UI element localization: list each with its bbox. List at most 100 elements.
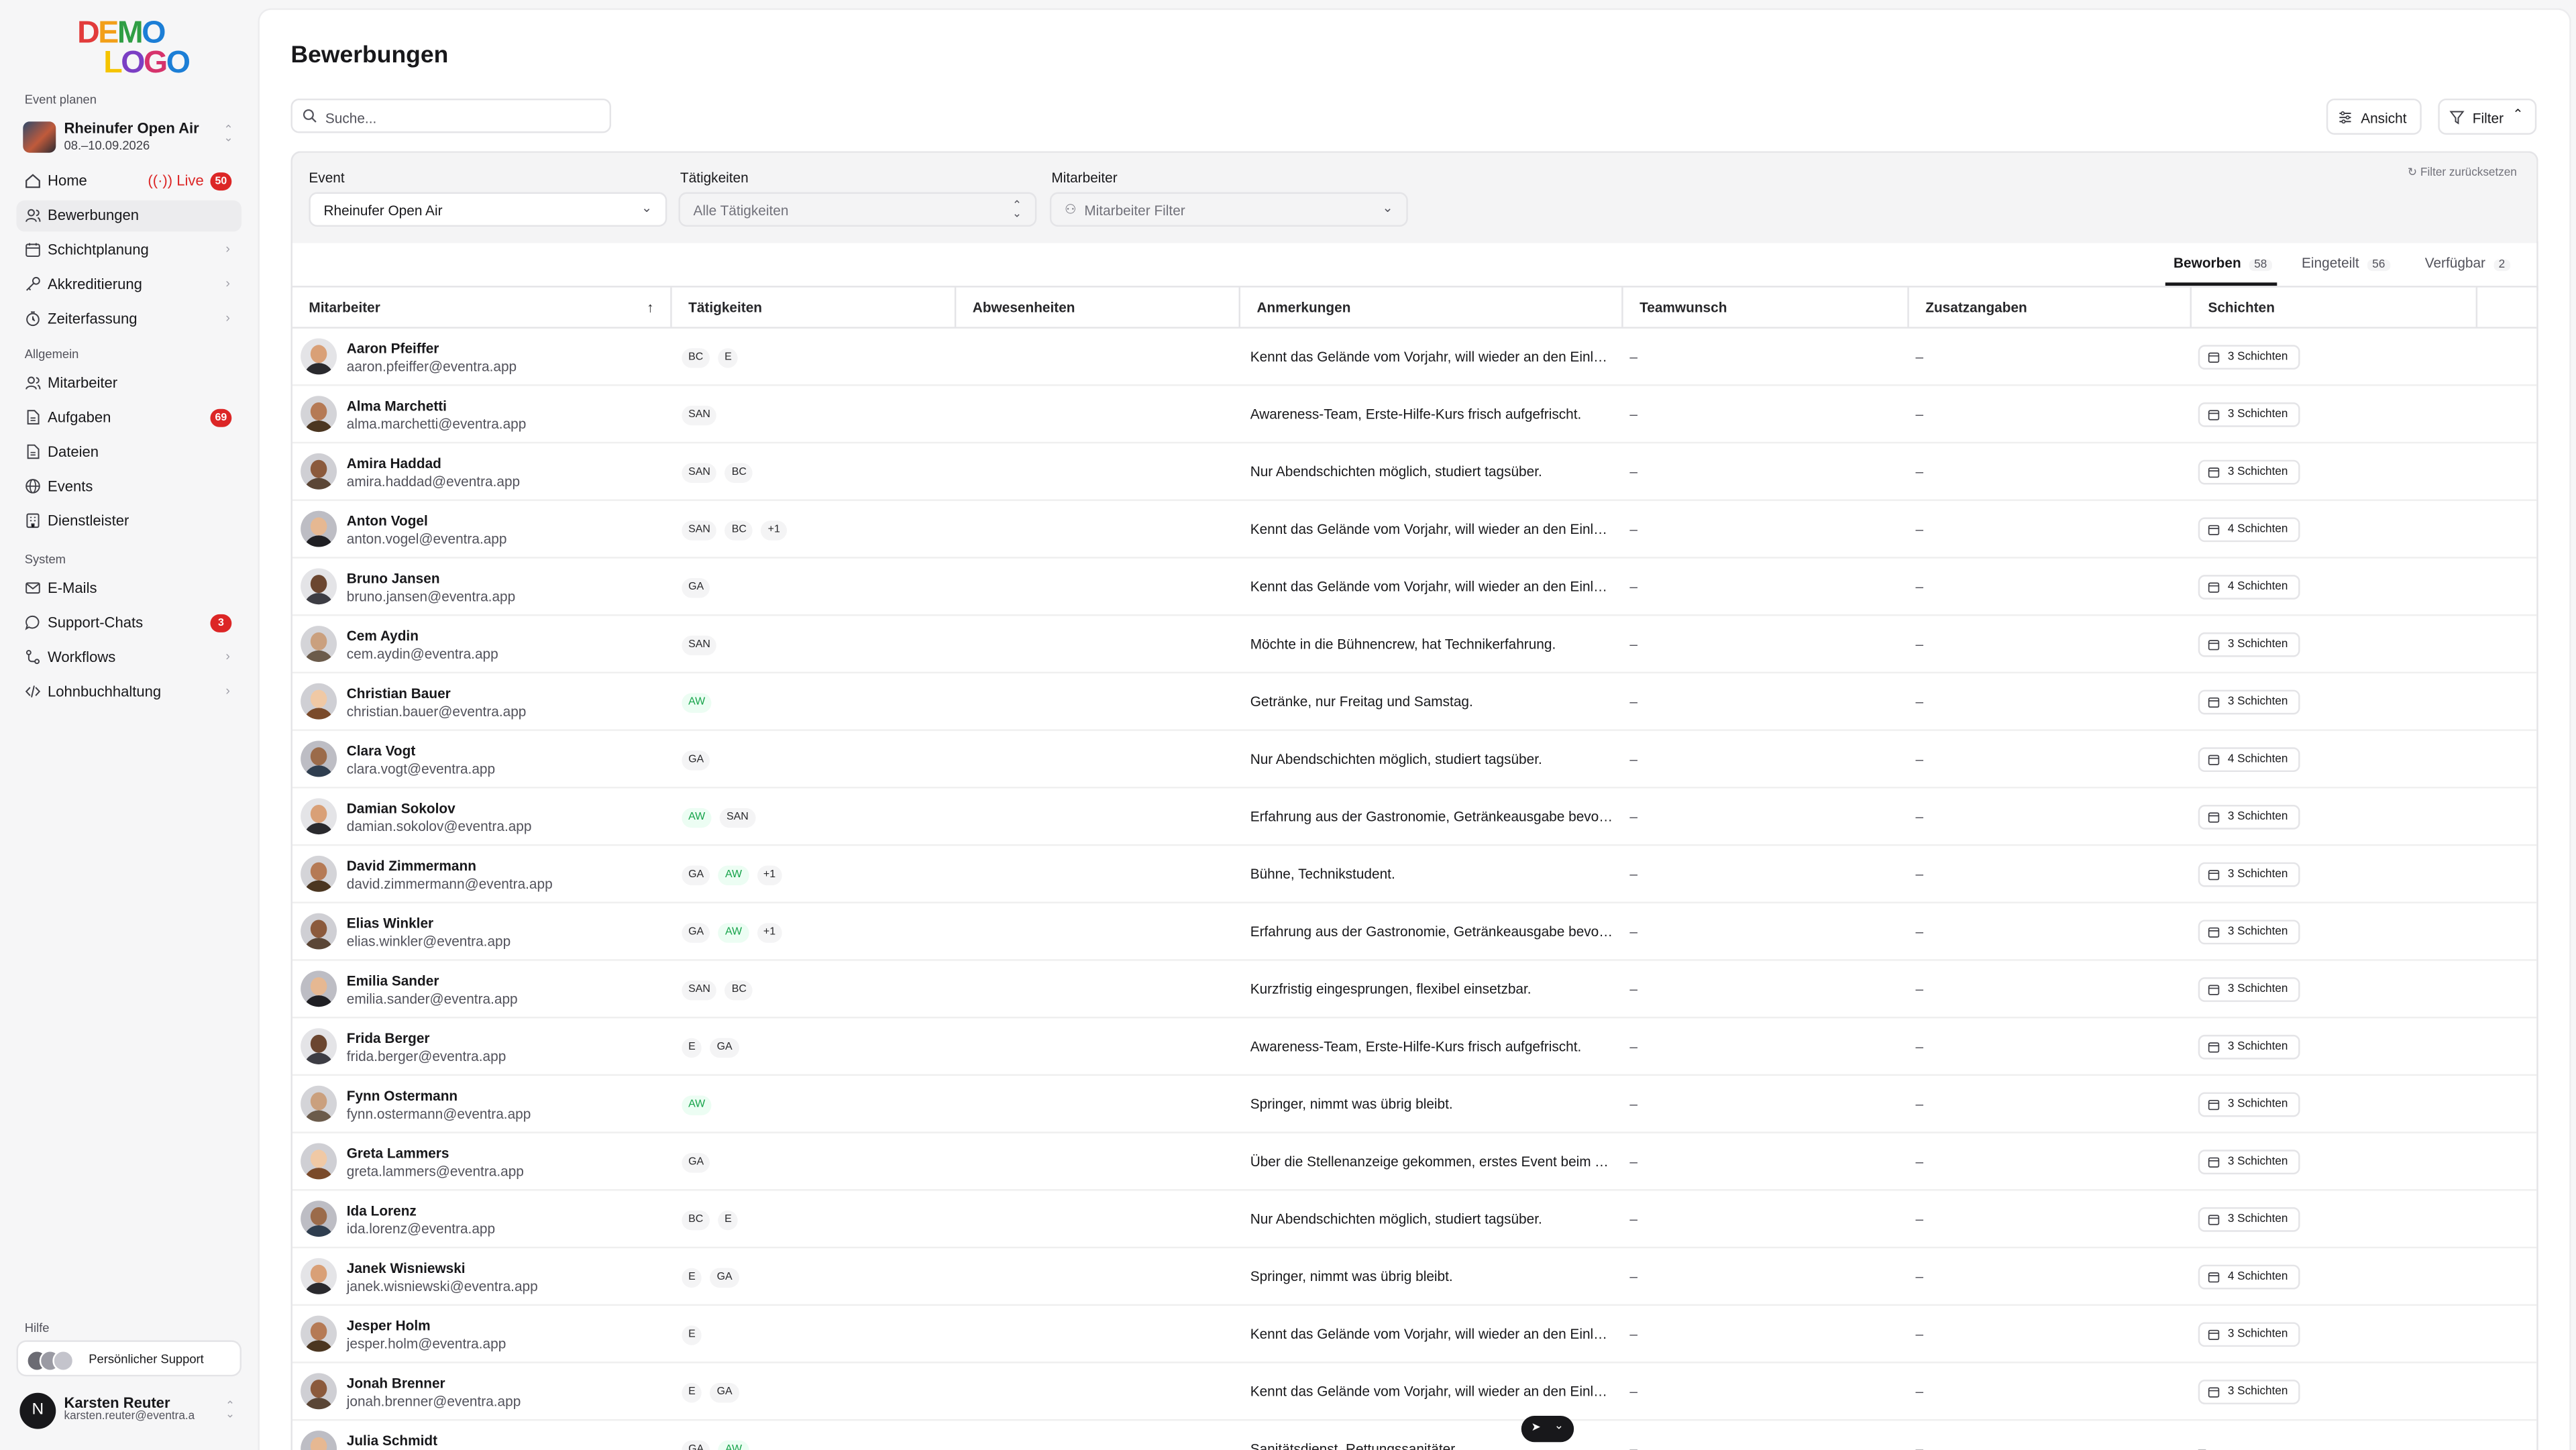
tab-eingeteilt[interactable]: Eingeteilt 56 [2302, 255, 2390, 272]
shifts-badge[interactable]: 3 Schichten [2198, 805, 2300, 830]
table-row[interactable]: Alma Marchetti alma.marchetti@eventra.app… [292, 386, 2537, 444]
table-row[interactable]: Amira Haddad amira.haddad@eventra.app SAN B… [292, 443, 2537, 501]
chevron-down-icon: ⌄ [641, 200, 653, 215]
staff-name[interactable]: Greta Lammers [347, 1145, 449, 1161]
table-row[interactable]: Aaron Pfeiffer aaron.pfeiffer@eventra.app… [292, 329, 2537, 386]
tab-beworben[interactable]: Beworben 58 [2174, 255, 2272, 272]
column-header-mitarbeiter[interactable]: Mitarbeiter ↑ [292, 287, 672, 327]
staff-name[interactable]: Alma Marchetti [347, 398, 447, 414]
sidebar-item-lohnbuchhaltung[interactable]: Lohnbuchhaltung › [16, 677, 241, 708]
shifts-badge[interactable]: 3 Schichten [2198, 1322, 2300, 1347]
sidebar-item-aufgaben[interactable]: Aufgaben 69 [16, 402, 241, 434]
staff-name[interactable]: Jonah Brenner [347, 1375, 445, 1391]
shifts-badge[interactable]: 3 Schichten [2198, 402, 2300, 427]
table-row[interactable]: Anton Vogel anton.vogel@eventra.app SAN BC +… [292, 501, 2537, 559]
staff-name[interactable]: David Zimmermann [347, 857, 476, 873]
shifts-badge[interactable]: 3 Schichten [2198, 459, 2300, 485]
staff-name[interactable]: Christian Bauer [347, 685, 451, 701]
search-input[interactable] [322, 105, 608, 130]
column-header-abwesenheiten[interactable]: Abwesenheiten [956, 287, 1240, 327]
shifts-badge[interactable]: 3 Schichten [2198, 632, 2300, 657]
shifts-badge[interactable]: 3 Schichten [2198, 919, 2300, 945]
staff-name[interactable]: Frida Berger [347, 1030, 430, 1046]
shifts-badge[interactable]: 3 Schichten [2198, 862, 2300, 887]
table-row[interactable]: Damian Sokolov damian.sokolov@eventra.app… [292, 789, 2537, 846]
shifts-badge[interactable]: 3 Schichten [2198, 1034, 2300, 1060]
table-row[interactable]: Emilia Sander emilia.sander@eventra.app SA… [292, 961, 2537, 1019]
shifts-badge[interactable]: 3 Schichten [2198, 977, 2300, 1002]
staff-name[interactable]: Clara Vogt [347, 742, 416, 759]
column-header-anmerkungen[interactable]: Anmerkungen [1240, 287, 1623, 327]
sidebar-item-support-chats[interactable]: Support-Chats 3 [16, 608, 241, 639]
table-row[interactable]: Jonah Brenner jonah.brenner@eventra.app E G… [292, 1363, 2537, 1421]
table-row[interactable]: Elias Winkler elias.winkler@eventra.app GA… [292, 903, 2537, 961]
shifts-badge[interactable]: 3 Schichten [2198, 1150, 2300, 1175]
staff-name[interactable]: Jesper Holm [347, 1317, 431, 1333]
table-row[interactable]: Ida Lorenz ida.lorenz@eventra.app BC E Nur A… [292, 1191, 2537, 1249]
staff-name[interactable]: Elias Winkler [347, 915, 433, 931]
user-menu[interactable]: N Karsten Reuter karsten.reuter@eventra.… [16, 1388, 241, 1434]
table-row[interactable]: David Zimmermann david.zimmermann@eventra… [292, 846, 2537, 903]
sidebar-item-dienstleister[interactable]: Dienstleister [16, 506, 241, 537]
staff-name[interactable]: Ida Lorenz [347, 1203, 417, 1219]
table-row[interactable]: Fynn Ostermann fynn.ostermann@eventra.app… [292, 1076, 2537, 1133]
sidebar-item-home[interactable]: Home ((·)) Live 50 [16, 166, 241, 197]
shifts-badge[interactable]: 4 Schichten [2198, 575, 2300, 600]
staff-name[interactable]: Julia Schmidt [347, 1433, 437, 1449]
sidebar-item-events[interactable]: Events [16, 471, 241, 503]
event-switcher[interactable]: Rheinufer Open Air 08.–10.09.2026 ⌃ ⌄ [23, 118, 233, 154]
cell-shifts: 3 Schichten [2192, 1191, 2477, 1247]
brand-logo[interactable]: DEMO LOGO [77, 18, 191, 82]
search-box[interactable] [290, 98, 612, 133]
table-row[interactable]: Cem Aydin cem.aydin@eventra.app SAN Möchte … [292, 616, 2537, 674]
quick-action-button[interactable]: ➤ ⌄ [1521, 1416, 1574, 1443]
table-row[interactable]: Frida Berger frida.berger@eventra.app E GA A… [292, 1018, 2537, 1076]
sidebar-item-mitarbeiter[interactable]: Mitarbeiter [16, 368, 241, 400]
table-row[interactable]: Jesper Holm jesper.holm@eventra.app E Kennt… [292, 1306, 2537, 1363]
personal-support-button[interactable]: Persönlicher Support [16, 1340, 242, 1377]
sidebar-item-zeiterfassung[interactable]: Zeiterfassung › [16, 304, 241, 335]
activities-select[interactable]: Alle Tätigkeiten ⌃ ⌄ [678, 192, 1037, 227]
staff-name[interactable]: Janek Wisniewski [347, 1260, 466, 1276]
shifts-badge[interactable]: 4 Schichten [2198, 517, 2300, 543]
table-row[interactable]: Bruno Jansen bruno.jansen@eventra.app GA Ke… [292, 559, 2537, 616]
table-row[interactable]: Christian Bauer christian.bauer@eventra.a… [292, 673, 2537, 731]
column-header-schichten[interactable]: Schichten [2192, 287, 2478, 327]
shifts-badge[interactable]: 3 Schichten [2198, 345, 2300, 370]
sidebar-item-bewerbungen[interactable]: Bewerbungen [16, 200, 242, 232]
staff-name[interactable]: Amira Haddad [347, 455, 441, 471]
table-row[interactable]: Clara Vogt clara.vogt@eventra.app GA Nur Ab… [292, 731, 2537, 789]
shifts-badge[interactable]: 3 Schichten [2198, 1207, 2300, 1232]
column-header-zusatzangaben[interactable]: Zusatzangaben [1909, 287, 2192, 327]
staff-name[interactable]: Emilia Sander [347, 972, 439, 989]
sidebar-item-e-mails[interactable]: E-Mails [16, 573, 241, 605]
event-select[interactable]: Rheinufer Open Air ⌄ [309, 192, 667, 227]
cell-staff: Cem Aydin cem.aydin@eventra.app [292, 616, 672, 671]
sidebar-item-schichtplanung[interactable]: Schichtplanung › [16, 235, 241, 266]
table-row[interactable]: Janek Wisniewski janek.wisniewski@eventra… [292, 1248, 2537, 1306]
sidebar-item-akkreditierung[interactable]: Akkreditierung › [16, 270, 241, 301]
staff-name[interactable]: Aaron Pfeiffer [347, 340, 439, 356]
sidebar-item-workflows[interactable]: Workflows › [16, 643, 241, 674]
shifts-badge[interactable]: 4 Schichten [2198, 747, 2300, 773]
column-header-taetigkeiten[interactable]: Tätigkeiten [672, 287, 957, 327]
shifts-badge[interactable]: 3 Schichten [2198, 1092, 2300, 1117]
staff-filter-select[interactable]: Mitarbeiter Filter ⚇ ⌄ [1049, 192, 1408, 227]
shifts-badge[interactable]: 3 Schichten [2198, 1380, 2300, 1404]
staff-name[interactable]: Anton Vogel [347, 512, 428, 528]
sidebar-item-dateien[interactable]: Dateien [16, 437, 241, 468]
shifts-badge[interactable]: 4 Schichten [2198, 1264, 2300, 1290]
staff-name[interactable]: Fynn Ostermann [347, 1087, 458, 1103]
table-row[interactable]: Julia Schmidtjulia.schmidt@eventra.app GA… [292, 1420, 2536, 1450]
filter-button[interactable]: Filter ⌃ [2438, 98, 2537, 135]
tab-verfuegbar[interactable]: Verfügbar 2 [2425, 255, 2510, 272]
column-header-teamwunsch[interactable]: Teamwunsch [1623, 287, 1909, 327]
staff-name[interactable]: Cem Aydin [347, 628, 419, 644]
staff-name[interactable]: Damian Sokolov [347, 800, 455, 816]
staff-name[interactable]: Bruno Jansen [347, 570, 440, 586]
table-row[interactable]: Greta Lammers greta.lammers@eventra.app GA… [292, 1133, 2537, 1191]
filter-reset-link[interactable]: ↻ Filter zurücksetzen [2408, 166, 2517, 179]
cell-absences [956, 443, 1240, 499]
shifts-badge[interactable]: 3 Schichten [2198, 689, 2300, 715]
view-button[interactable]: Ansicht [2326, 98, 2422, 135]
